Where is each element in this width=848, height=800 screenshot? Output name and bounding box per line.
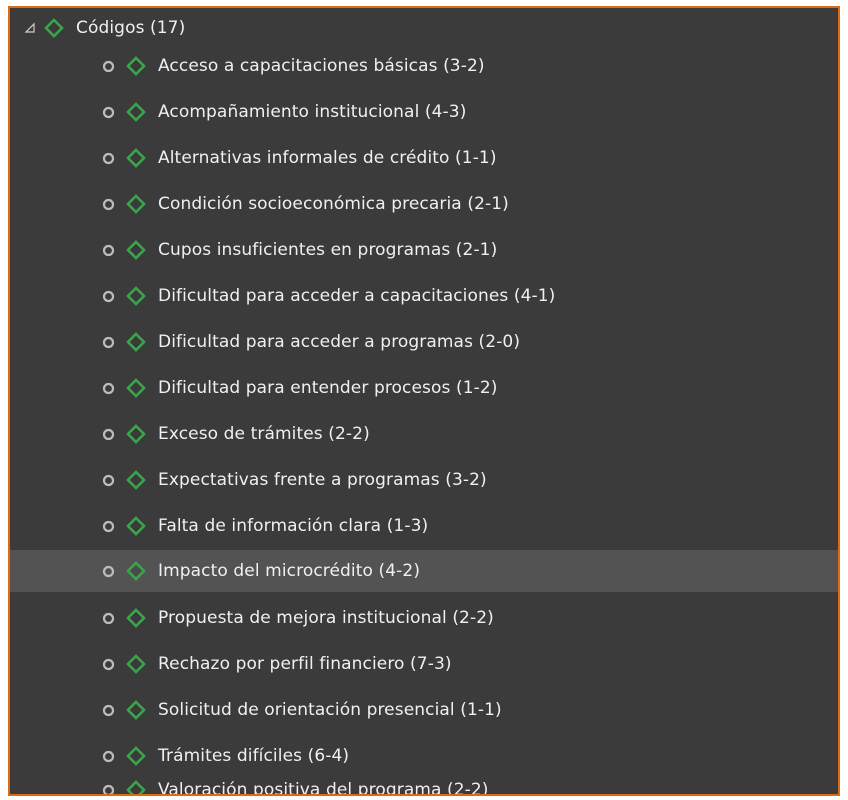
tree-item[interactable]: Propuesta de mejora institucional (2-2) [10,598,838,638]
tree-item[interactable]: Valoración positiva del programa (2-2) [10,770,838,796]
circle-bullet-icon [102,60,115,73]
tree-node-label: Códigos (17) [76,18,186,38]
tree-item[interactable]: Condición socioeconómica precaria (2-1) [10,184,838,224]
tree-item-label: Alternativas informales de crédito (1-1) [158,148,497,168]
green-diamond-icon [126,194,146,214]
circle-bullet-icon [102,198,115,211]
green-diamond-icon [126,56,146,76]
circle-bullet-icon [102,336,115,349]
green-diamond-icon [126,608,146,628]
tree-item-label: Dificultad para acceder a programas (2-0… [158,332,521,352]
green-diamond-icon [126,240,146,260]
tree-item[interactable]: Solicitud de orientación presencial (1-1… [10,690,838,730]
collapse-triangle-icon[interactable] [24,22,36,34]
green-diamond-icon [44,18,64,38]
circle-bullet-icon [102,382,115,395]
tree-item-label: Cupos insuficientes en programas (2-1) [158,240,498,260]
tree-item-selected[interactable]: Impacto del microcrédito (4-2) [10,550,838,592]
tree-item-label: Rechazo por perfil financiero (7-3) [158,654,452,674]
circle-bullet-icon [102,612,115,625]
circle-bullet-icon [102,565,115,578]
tree-item-label: Propuesta de mejora institucional (2-2) [158,608,494,628]
green-diamond-icon [126,746,146,766]
circle-bullet-icon [102,290,115,303]
green-diamond-icon [126,561,146,581]
tree-item-label: Acceso a capacitaciones básicas (3-2) [158,56,485,76]
tree-item[interactable]: Alternativas informales de crédito (1-1) [10,138,838,178]
green-diamond-icon [126,332,146,352]
tree-item-label: Falta de información clara (1-3) [158,516,429,536]
code-tree: Códigos (17) Acceso a capacitaciones bás… [10,8,838,794]
tree-item[interactable]: Falta de información clara (1-3) [10,506,838,546]
tree-item-label: Condición socioeconómica precaria (2-1) [158,194,509,214]
green-diamond-icon [126,516,146,536]
tree-item-label: Exceso de trámites (2-2) [158,424,370,444]
circle-bullet-icon [102,520,115,533]
tree-item-label: Acompañamiento institucional (4-3) [158,102,467,122]
circle-bullet-icon [102,106,115,119]
green-diamond-icon [126,378,146,398]
tree-item[interactable]: Rechazo por perfil financiero (7-3) [10,644,838,684]
tree-item-label: Solicitud de orientación presencial (1-1… [158,700,502,720]
circle-bullet-icon [102,704,115,717]
tree-item-label: Dificultad para entender procesos (1-2) [158,378,498,398]
tree-item[interactable]: Dificultad para acceder a programas (2-0… [10,322,838,362]
tree-item[interactable]: Dificultad para acceder a capacitaciones… [10,276,838,316]
tree-item-label: Trámites difíciles (6-4) [158,746,350,766]
circle-bullet-icon [102,750,115,763]
circle-bullet-icon [102,658,115,671]
circle-bullet-icon [102,474,115,487]
tree-item[interactable]: Dificultad para entender procesos (1-2) [10,368,838,408]
tree-item[interactable]: Exceso de trámites (2-2) [10,414,838,454]
tree-node-codigos[interactable]: Códigos (17) [10,8,838,48]
tree-item-label: Expectativas frente a programas (3-2) [158,470,487,490]
tree-item-label: Valoración positiva del programa (2-2) [158,780,489,796]
green-diamond-icon [126,780,146,794]
green-diamond-icon [126,148,146,168]
tree-item[interactable]: Acceso a capacitaciones básicas (3-2) [10,46,838,86]
green-diamond-icon [126,102,146,122]
green-diamond-icon [126,700,146,720]
circle-bullet-icon [102,152,115,165]
circle-bullet-icon [102,428,115,441]
green-diamond-icon [126,470,146,490]
tree-item[interactable]: Acompañamiento institucional (4-3) [10,92,838,132]
code-tree-panel: Códigos (17) Acceso a capacitaciones bás… [8,6,840,796]
green-diamond-icon [126,654,146,674]
circle-bullet-icon [102,244,115,257]
circle-bullet-icon [102,784,115,794]
tree-item[interactable]: Cupos insuficientes en programas (2-1) [10,230,838,270]
green-diamond-icon [126,286,146,306]
tree-item-label: Impacto del microcrédito (4-2) [158,561,421,581]
tree-item[interactable]: Expectativas frente a programas (3-2) [10,460,838,500]
tree-item-label: Dificultad para acceder a capacitaciones… [158,286,556,306]
green-diamond-icon [126,424,146,444]
